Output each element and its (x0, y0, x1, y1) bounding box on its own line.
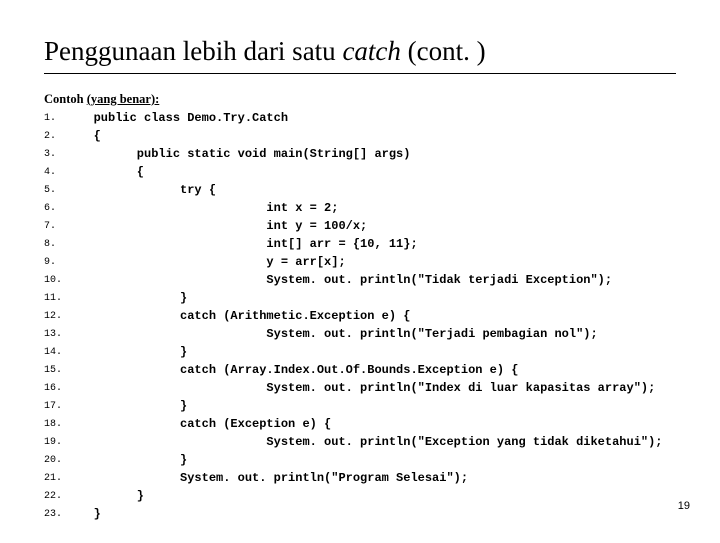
code-text: System. out. println("Index di luar kapa… (72, 379, 655, 397)
line-number: 10. (44, 271, 72, 289)
code-text: public class Demo.Try.Catch (72, 109, 288, 127)
code-text: } (72, 451, 187, 469)
code-text: y = arr[x]; (72, 253, 346, 271)
subhead-underlined: (yang benar): (87, 92, 160, 106)
code-line: 9. y = arr[x]; (44, 253, 676, 271)
code-line: 10. System. out. println("Tidak terjadi … (44, 271, 676, 289)
line-number: 11. (44, 289, 72, 307)
line-number: 23. (44, 505, 72, 523)
code-text: } (72, 487, 144, 505)
line-number: 22. (44, 487, 72, 505)
line-number: 21. (44, 469, 72, 487)
code-line: 14. } (44, 343, 676, 361)
code-text: } (72, 397, 187, 415)
code-line: 23. } (44, 505, 676, 523)
code-block: 1. public class Demo.Try.Catch2. {3. pub… (44, 109, 676, 523)
title-italic: catch (342, 36, 400, 66)
subheading: Contoh (yang benar): (44, 92, 676, 107)
page-number: 19 (678, 500, 690, 512)
code-text: { (72, 127, 101, 145)
line-number: 17. (44, 397, 72, 415)
code-text: System. out. println("Tidak terjadi Exce… (72, 271, 612, 289)
code-line: 6. int x = 2; (44, 199, 676, 217)
code-line: 13. System. out. println("Terjadi pembag… (44, 325, 676, 343)
title-tail: (cont. ) (401, 36, 486, 66)
line-number: 8. (44, 235, 72, 253)
code-text: System. out. println("Exception yang tid… (72, 433, 663, 451)
code-line: 18. catch (Exception e) { (44, 415, 676, 433)
line-number: 5. (44, 181, 72, 199)
line-number: 7. (44, 217, 72, 235)
line-number: 2. (44, 127, 72, 145)
code-line: 15. catch (Array.Index.Out.Of.Bounds.Exc… (44, 361, 676, 379)
code-line: 12. catch (Arithmetic.Exception e) { (44, 307, 676, 325)
code-text: catch (Exception e) { (72, 415, 331, 433)
code-text: } (72, 505, 101, 523)
line-number: 3. (44, 145, 72, 163)
code-line: 19. System. out. println("Exception yang… (44, 433, 676, 451)
code-text: public static void main(String[] args) (72, 145, 410, 163)
line-number: 1. (44, 109, 72, 127)
line-number: 13. (44, 325, 72, 343)
line-number: 19. (44, 433, 72, 451)
line-number: 16. (44, 379, 72, 397)
line-number: 12. (44, 307, 72, 325)
code-text: catch (Arithmetic.Exception e) { (72, 307, 410, 325)
code-line: 8. int[] arr = {10, 11}; (44, 235, 676, 253)
title-main: Penggunaan lebih dari satu (44, 36, 342, 66)
code-line: 1. public class Demo.Try.Catch (44, 109, 676, 127)
code-line: 5. try { (44, 181, 676, 199)
line-number: 4. (44, 163, 72, 181)
code-line: 16. System. out. println("Index di luar … (44, 379, 676, 397)
line-number: 6. (44, 199, 72, 217)
line-number: 14. (44, 343, 72, 361)
subhead-prefix: Contoh (44, 92, 87, 106)
code-line: 21. System. out. println("Program Selesa… (44, 469, 676, 487)
code-text: int y = 100/x; (72, 217, 367, 235)
code-text: try { (72, 181, 216, 199)
code-line: 7. int y = 100/x; (44, 217, 676, 235)
code-line: 2. { (44, 127, 676, 145)
code-text: System. out. println("Program Selesai"); (72, 469, 468, 487)
line-number: 20. (44, 451, 72, 469)
code-text: int[] arr = {10, 11}; (72, 235, 418, 253)
code-line: 4. { (44, 163, 676, 181)
code-text: { (72, 163, 144, 181)
code-line: 22. } (44, 487, 676, 505)
code-line: 17. } (44, 397, 676, 415)
line-number: 18. (44, 415, 72, 433)
slide-body: Penggunaan lebih dari satu catch (cont. … (0, 0, 720, 543)
code-line: 20. } (44, 451, 676, 469)
code-text: } (72, 343, 187, 361)
code-text: catch (Array.Index.Out.Of.Bounds.Excepti… (72, 361, 518, 379)
slide-title: Penggunaan lebih dari satu catch (cont. … (44, 36, 676, 74)
code-text: int x = 2; (72, 199, 338, 217)
code-line: 3. public static void main(String[] args… (44, 145, 676, 163)
code-text: } (72, 289, 187, 307)
code-text: System. out. println("Terjadi pembagian … (72, 325, 598, 343)
code-line: 11. } (44, 289, 676, 307)
line-number: 15. (44, 361, 72, 379)
line-number: 9. (44, 253, 72, 271)
